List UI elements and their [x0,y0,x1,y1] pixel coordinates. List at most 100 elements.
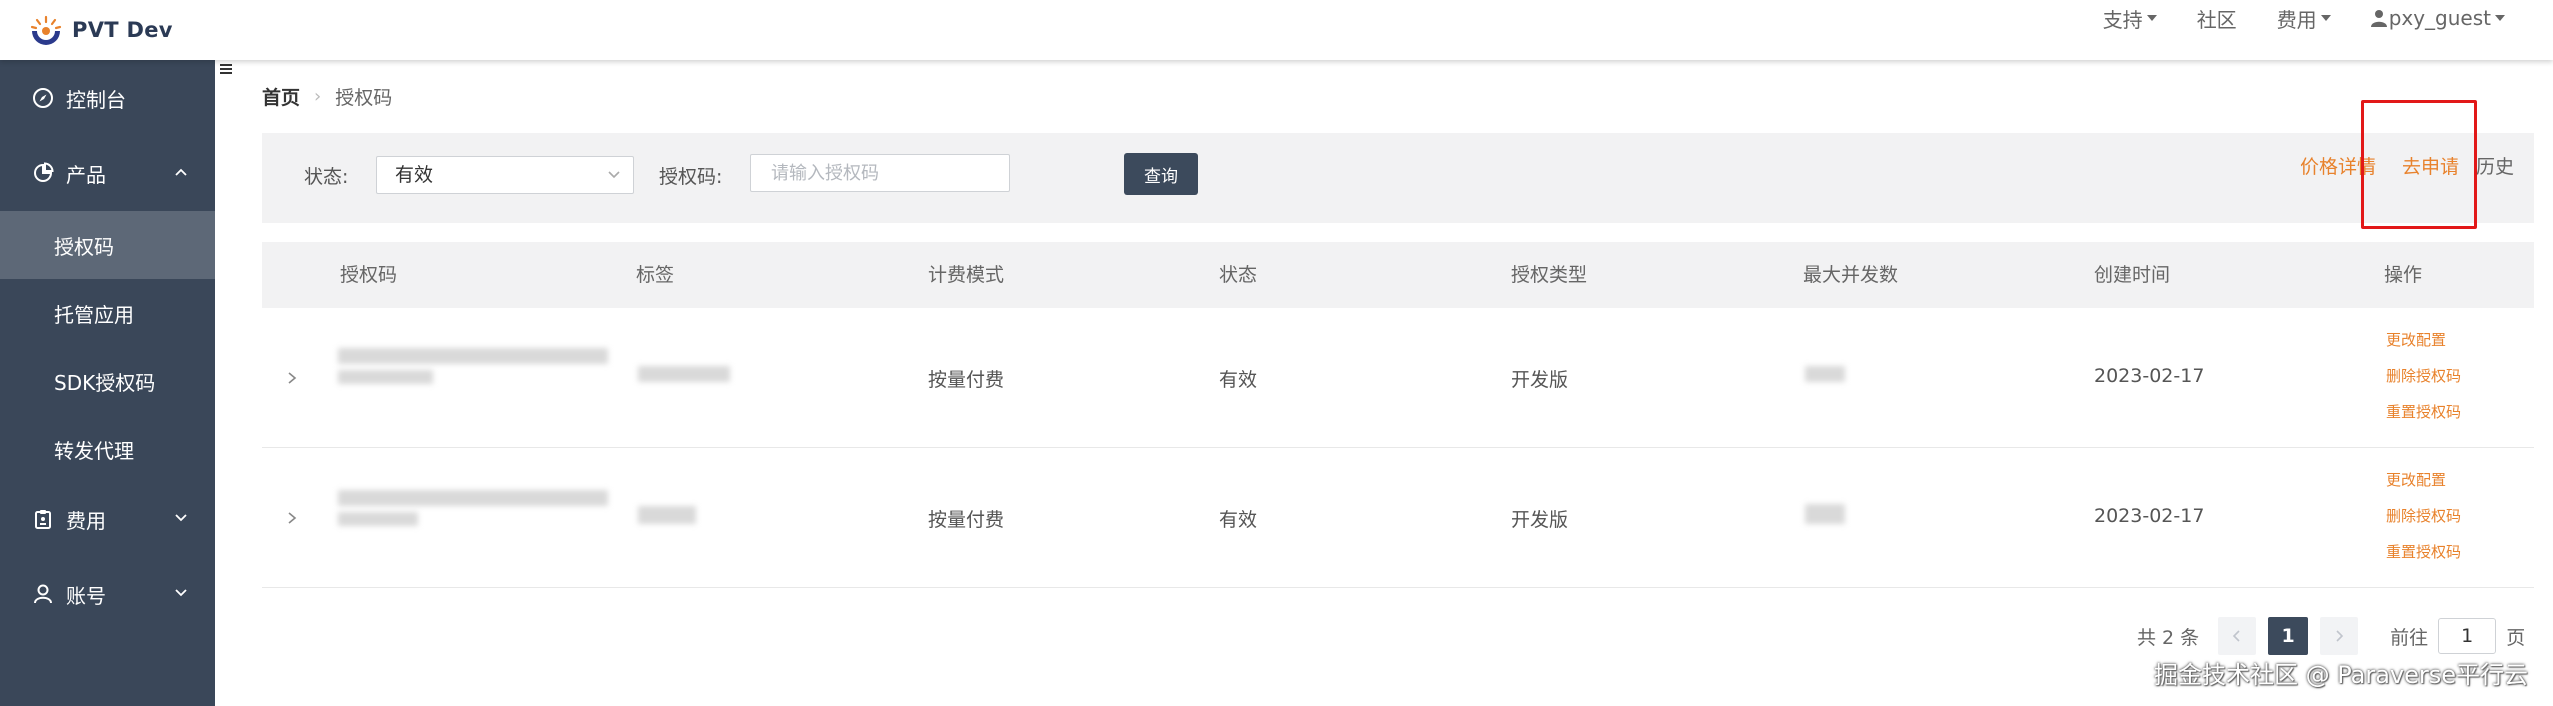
history-link[interactable]: 历史 [2476,152,2514,179]
sidebar-item-hosted-apps[interactable]: 托管应用 [0,279,215,347]
delete-auth-code-link[interactable]: 删除授权码 [2386,505,2461,526]
column-header: 计费模式 [928,264,1005,286]
redacted-max-concurrency [1805,504,1845,524]
sidebar-item-console[interactable]: 控制台 [0,64,215,132]
sidebar-item-forward-proxy[interactable]: 转发代理 [0,415,215,483]
goto-page-input[interactable] [2438,618,2497,654]
sidebar-item-label: 费用 [66,508,106,533]
status-value: 有效 [1219,509,1258,531]
sidebar-item-label: 托管应用 [54,302,134,327]
column-header: 最大并发数 [1803,264,1899,286]
pie-chart-icon [34,162,54,182]
sidebar-item-product[interactable]: 产品 [0,139,215,207]
clipboard-icon [35,510,51,529]
breadcrumb-separator-icon: › [314,86,322,107]
sidebar-item-label: 授权码 [54,234,114,259]
reset-auth-code-link[interactable]: 重置授权码 [2386,541,2461,562]
pagination: 共 2 条 1 前往 页 [2137,617,2525,655]
compass-icon [33,88,53,108]
chevron-right-icon [2336,630,2344,642]
nav-fees[interactable]: 费用 [2277,4,2331,33]
menu-toggle-icon[interactable] [219,62,233,76]
chevron-right-icon[interactable] [286,510,298,526]
next-page-button[interactable] [2320,617,2359,655]
user-icon [34,584,52,604]
status-select[interactable]: 有效 [376,156,634,194]
redacted-max-concurrency [1805,366,1845,382]
redacted-auth-code [338,370,433,384]
sidebar-item-auth-code[interactable]: 授权码 [0,211,215,279]
redacted-auth-code [338,490,608,506]
breadcrumb-home[interactable]: 首页 [262,83,300,110]
sidebar-item-label: 转发代理 [54,438,134,463]
app-root: PVT Dev 支持 社区 费用 pxy_guest 控制台 产品 授权码 托管… [0,0,2553,706]
redacted-tag [638,366,730,382]
filter-bar: 状态: 有效 授权码: 查询 [262,133,2534,223]
sidebar-item-label: 控制台 [66,87,126,112]
nav-fees-label: 费用 [2276,7,2317,32]
status-value: 有效 [1219,369,1258,391]
user-icon [2370,10,2387,27]
breadcrumb: 首页 › 授权码 [262,83,392,110]
nav-user-menu[interactable]: pxy_guest [2370,6,2505,30]
caret-down-icon [2320,15,2331,21]
delete-auth-code-link[interactable]: 删除授权码 [2386,365,2461,386]
chevron-down-icon [608,171,620,179]
redacted-auth-code [338,348,608,364]
caret-down-icon [2495,15,2505,21]
logo[interactable]: PVT Dev [30,10,173,50]
chevron-down-icon [175,514,187,522]
column-header: 创建时间 [2094,264,2171,286]
column-header: 状态 [1219,264,1258,286]
sidebar-item-label: 产品 [66,162,106,187]
change-config-link[interactable]: 更改配置 [2386,469,2446,490]
status-label: 状态: [304,166,349,188]
table-row: 按量付费 有效 开发版 2023-02-17 更改配置 删除授权码 重置授权码 [262,308,2534,448]
nav-support[interactable]: 支持 [2103,4,2157,33]
caret-down-icon [2146,15,2157,21]
watermark-text: 掘金技术社区 @ Paraverse平行云 [2154,661,2529,689]
nav-user-label: pxy_guest [2388,6,2491,30]
chevron-up-icon [175,168,187,176]
top-header: PVT Dev 支持 社区 费用 pxy_guest [0,0,2553,60]
top-nav: 支持 社区 费用 pxy_guest [2063,0,2505,36]
logo-sunrise-icon [30,15,62,45]
column-header: 授权类型 [1511,264,1588,286]
nav-support-label: 支持 [2102,7,2143,32]
status-select-value: 有效 [395,164,434,186]
nav-community-label: 社区 [2196,7,2237,32]
brand-name: PVT Dev [72,18,173,42]
auth-type: 开发版 [1511,369,1569,391]
redacted-auth-code [338,512,418,526]
reset-auth-code-link[interactable]: 重置授权码 [2386,401,2461,422]
created-date: 2023-02-17 [2094,365,2205,387]
sidebar-item-sdk-auth-code[interactable]: SDK授权码 [0,347,215,415]
chevron-right-icon[interactable] [286,370,298,386]
table-row: 按量付费 有效 开发版 2023-02-17 更改配置 删除授权码 重置授权码 [262,448,2534,588]
sidebar-item-label: SDK授权码 [54,370,156,395]
sidebar-item-account[interactable]: 账号 [0,560,215,628]
auth-type: 开发版 [1511,509,1569,531]
chevron-down-icon [175,589,187,597]
page-number-button[interactable]: 1 [2268,617,2309,655]
billing-mode: 按量付费 [928,369,1005,391]
query-button[interactable]: 查询 [1124,153,1198,195]
change-config-link[interactable]: 更改配置 [2386,329,2446,350]
table-header: 授权码 标签 计费模式 状态 授权类型 最大并发数 创建时间 操作 [262,242,2534,308]
nav-community[interactable]: 社区 [2197,4,2237,33]
sidebar: 控制台 产品 授权码 托管应用 SDK授权码 转发代理 费用 账号 [0,60,215,706]
prev-page-button[interactable] [2218,617,2257,655]
created-date: 2023-02-17 [2094,505,2205,527]
goto-prefix: 前往 [2390,626,2429,649]
goto-suffix: 页 [2506,626,2526,649]
column-header: 标签 [636,264,675,286]
redacted-tag [638,506,696,524]
pagination-total: 共 2 条 [2137,626,2200,649]
auth-code-input[interactable] [750,154,1010,192]
auth-code-label: 授权码: [659,166,723,188]
sidebar-item-label: 账号 [66,583,106,608]
column-header: 操作 [2384,264,2423,286]
sidebar-item-fees[interactable]: 费用 [0,485,215,553]
column-header: 授权码 [340,264,398,286]
breadcrumb-current: 授权码 [335,87,393,109]
